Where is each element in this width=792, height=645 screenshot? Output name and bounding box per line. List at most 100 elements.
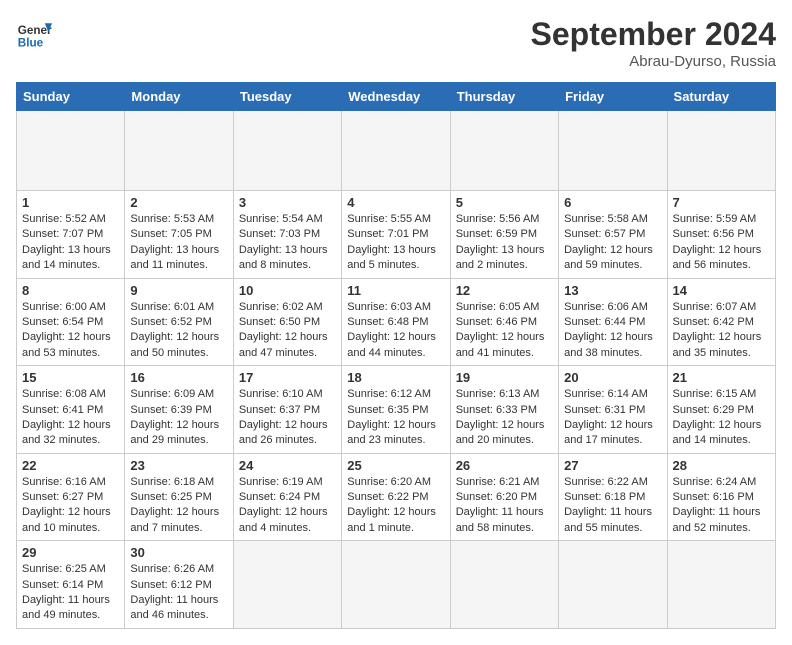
calendar-cell: 28 Sunrise: 6:24 AMSunset: 6:16 PMDayligh… — [667, 453, 775, 541]
calendar-cell: 23Sunrise: 6:18 AMSunset: 6:25 PMDayligh… — [125, 453, 233, 541]
day-number: 15 — [22, 370, 119, 385]
week-row-3: 15 Sunrise: 6:08 AMSunset: 6:41 PMDayligh… — [17, 366, 776, 454]
calendar-cell — [559, 541, 667, 629]
day-number: 22 — [22, 458, 119, 473]
column-header-wednesday: Wednesday — [342, 83, 450, 111]
day-info: Sunrise: 6:20 AMSunset: 6:22 PMDaylight:… — [347, 475, 444, 537]
week-row-1: 1Sunrise: 5:52 AMSunset: 7:07 PMDaylight… — [17, 191, 776, 279]
calendar-cell: 7 Sunrise: 5:59 AMSunset: 6:56 PMDaylight… — [667, 191, 775, 279]
calendar-cell — [450, 111, 558, 191]
day-info: Sunrise: 6:24 AMSunset: 6:16 PMDaylight:… — [673, 475, 770, 537]
page-header: General Blue September 2024 Abrau-Dyurso… — [16, 16, 776, 70]
day-number: 19 — [456, 370, 553, 385]
column-header-tuesday: Tuesday — [233, 83, 341, 111]
day-info: Sunrise: 6:05 AMSunset: 6:46 PMDaylight:… — [456, 300, 553, 362]
day-info: Sunrise: 6:07 AMSunset: 6:42 PMDaylight:… — [673, 300, 770, 362]
calendar-cell: 12 Sunrise: 6:05 AMSunset: 6:46 PMDayligh… — [450, 278, 558, 366]
day-number: 6 — [564, 195, 661, 210]
calendar-table: SundayMondayTuesdayWednesdayThursdayFrid… — [16, 82, 776, 629]
day-number: 2 — [130, 195, 227, 210]
calendar-cell: 22 Sunrise: 6:16 AMSunset: 6:27 PMDayligh… — [17, 453, 125, 541]
calendar-cell: 20 Sunrise: 6:14 AMSunset: 6:31 PMDayligh… — [559, 366, 667, 454]
day-number: 23 — [130, 458, 227, 473]
day-info: Sunrise: 5:59 AMSunset: 6:56 PMDaylight:… — [673, 212, 770, 274]
calendar-cell: 8 Sunrise: 6:00 AMSunset: 6:54 PMDaylight… — [17, 278, 125, 366]
calendar-cell: 1Sunrise: 5:52 AMSunset: 7:07 PMDaylight… — [17, 191, 125, 279]
day-number: 20 — [564, 370, 661, 385]
calendar-cell: 15 Sunrise: 6:08 AMSunset: 6:41 PMDayligh… — [17, 366, 125, 454]
day-info: Sunrise: 6:26 AMSunset: 6:12 PMDaylight:… — [130, 562, 227, 624]
calendar-cell — [233, 541, 341, 629]
calendar-cell: 30 Sunrise: 6:26 AMSunset: 6:12 PMDayligh… — [125, 541, 233, 629]
day-info: Sunrise: 6:06 AMSunset: 6:44 PMDaylight:… — [564, 300, 661, 362]
calendar-cell: 3 Sunrise: 5:54 AMSunset: 7:03 PMDaylight… — [233, 191, 341, 279]
calendar-cell — [233, 111, 341, 191]
day-number: 21 — [673, 370, 770, 385]
day-number: 28 — [673, 458, 770, 473]
day-info: Sunrise: 6:08 AMSunset: 6:41 PMDaylight:… — [22, 387, 119, 449]
column-header-thursday: Thursday — [450, 83, 558, 111]
column-header-friday: Friday — [559, 83, 667, 111]
calendar-cell: 17 Sunrise: 6:10 AMSunset: 6:37 PMDayligh… — [233, 366, 341, 454]
day-number: 7 — [673, 195, 770, 210]
calendar-cell: 24 Sunrise: 6:19 AMSunset: 6:24 PMDayligh… — [233, 453, 341, 541]
day-number: 30 — [130, 545, 227, 560]
calendar-cell: 2Sunrise: 5:53 AMSunset: 7:05 PMDaylight… — [125, 191, 233, 279]
day-info: Sunrise: 6:03 AMSunset: 6:48 PMDaylight:… — [347, 300, 444, 362]
calendar-cell — [17, 111, 125, 191]
calendar-cell: 27Sunrise: 6:22 AMSunset: 6:18 PMDayligh… — [559, 453, 667, 541]
column-header-saturday: Saturday — [667, 83, 775, 111]
calendar-cell: 21 Sunrise: 6:15 AMSunset: 6:29 PMDayligh… — [667, 366, 775, 454]
day-number: 5 — [456, 195, 553, 210]
day-info: Sunrise: 6:14 AMSunset: 6:31 PMDaylight:… — [564, 387, 661, 449]
day-info: Sunrise: 5:58 AMSunset: 6:57 PMDaylight:… — [564, 212, 661, 274]
day-info: Sunrise: 6:25 AMSunset: 6:14 PMDaylight:… — [22, 562, 119, 624]
calendar-cell — [342, 541, 450, 629]
calendar-cell: 4Sunrise: 5:55 AMSunset: 7:01 PMDaylight… — [342, 191, 450, 279]
day-number: 17 — [239, 370, 336, 385]
svg-text:Blue: Blue — [18, 37, 44, 50]
calendar-cell — [667, 541, 775, 629]
day-info: Sunrise: 5:54 AMSunset: 7:03 PMDaylight:… — [239, 212, 336, 274]
calendar-cell: 6 Sunrise: 5:58 AMSunset: 6:57 PMDaylight… — [559, 191, 667, 279]
week-row-4: 22 Sunrise: 6:16 AMSunset: 6:27 PMDayligh… — [17, 453, 776, 541]
day-info: Sunrise: 6:16 AMSunset: 6:27 PMDaylight:… — [22, 475, 119, 537]
day-info: Sunrise: 5:52 AMSunset: 7:07 PMDaylight:… — [22, 212, 119, 274]
day-number: 29 — [22, 545, 119, 560]
day-info: Sunrise: 5:56 AMSunset: 6:59 PMDaylight:… — [456, 212, 553, 274]
logo: General Blue — [16, 16, 52, 52]
day-info: Sunrise: 6:21 AMSunset: 6:20 PMDaylight:… — [456, 475, 553, 537]
logo-icon: General Blue — [16, 16, 52, 52]
day-number: 18 — [347, 370, 444, 385]
day-info: Sunrise: 6:19 AMSunset: 6:24 PMDaylight:… — [239, 475, 336, 537]
day-number: 8 — [22, 283, 119, 298]
month-title: September 2024 — [531, 16, 776, 53]
day-info: Sunrise: 6:00 AMSunset: 6:54 PMDaylight:… — [22, 300, 119, 362]
day-number: 11 — [347, 283, 444, 298]
calendar-cell: 26 Sunrise: 6:21 AMSunset: 6:20 PMDayligh… — [450, 453, 558, 541]
day-info: Sunrise: 6:10 AMSunset: 6:37 PMDaylight:… — [239, 387, 336, 449]
calendar-cell — [125, 111, 233, 191]
day-number: 24 — [239, 458, 336, 473]
calendar-cell: 29 Sunrise: 6:25 AMSunset: 6:14 PMDayligh… — [17, 541, 125, 629]
day-number: 26 — [456, 458, 553, 473]
day-info: Sunrise: 6:13 AMSunset: 6:33 PMDaylight:… — [456, 387, 553, 449]
calendar-cell — [450, 541, 558, 629]
calendar-cell — [559, 111, 667, 191]
location: Abrau-Dyurso, Russia — [531, 53, 776, 70]
day-number: 27 — [564, 458, 661, 473]
day-number: 3 — [239, 195, 336, 210]
calendar-cell: 13Sunrise: 6:06 AMSunset: 6:44 PMDayligh… — [559, 278, 667, 366]
calendar-cell: 5 Sunrise: 5:56 AMSunset: 6:59 PMDaylight… — [450, 191, 558, 279]
calendar-cell: 9Sunrise: 6:01 AMSunset: 6:52 PMDaylight… — [125, 278, 233, 366]
week-row-5: 29 Sunrise: 6:25 AMSunset: 6:14 PMDayligh… — [17, 541, 776, 629]
day-info: Sunrise: 6:15 AMSunset: 6:29 PMDaylight:… — [673, 387, 770, 449]
calendar-cell: 10Sunrise: 6:02 AMSunset: 6:50 PMDayligh… — [233, 278, 341, 366]
calendar-cell — [342, 111, 450, 191]
day-number: 12 — [456, 283, 553, 298]
header-row: SundayMondayTuesdayWednesdayThursdayFrid… — [17, 83, 776, 111]
week-row-2: 8 Sunrise: 6:00 AMSunset: 6:54 PMDaylight… — [17, 278, 776, 366]
calendar-cell: 14Sunrise: 6:07 AMSunset: 6:42 PMDayligh… — [667, 278, 775, 366]
day-info: Sunrise: 6:09 AMSunset: 6:39 PMDaylight:… — [130, 387, 227, 449]
day-info: Sunrise: 6:12 AMSunset: 6:35 PMDaylight:… — [347, 387, 444, 449]
